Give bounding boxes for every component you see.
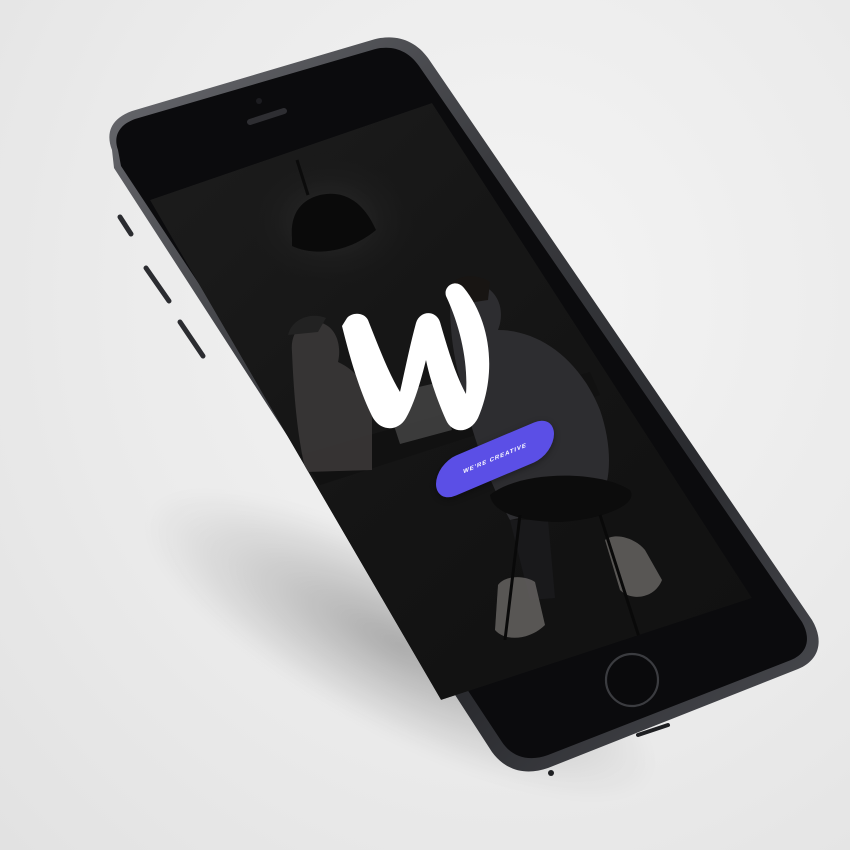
home-button-icon[interactable]: [604, 652, 660, 708]
front-camera-icon: [256, 98, 262, 104]
volume-down-button[interactable]: [177, 319, 206, 359]
volume-up-button[interactable]: [117, 214, 134, 237]
home-button[interactable]: [604, 652, 660, 708]
phone-mockup: [109, 37, 819, 776]
mockup-stage: WE'RE CREATIVE: [0, 0, 850, 850]
mute-switch[interactable]: [143, 265, 172, 304]
bottom-mic: [548, 770, 554, 776]
